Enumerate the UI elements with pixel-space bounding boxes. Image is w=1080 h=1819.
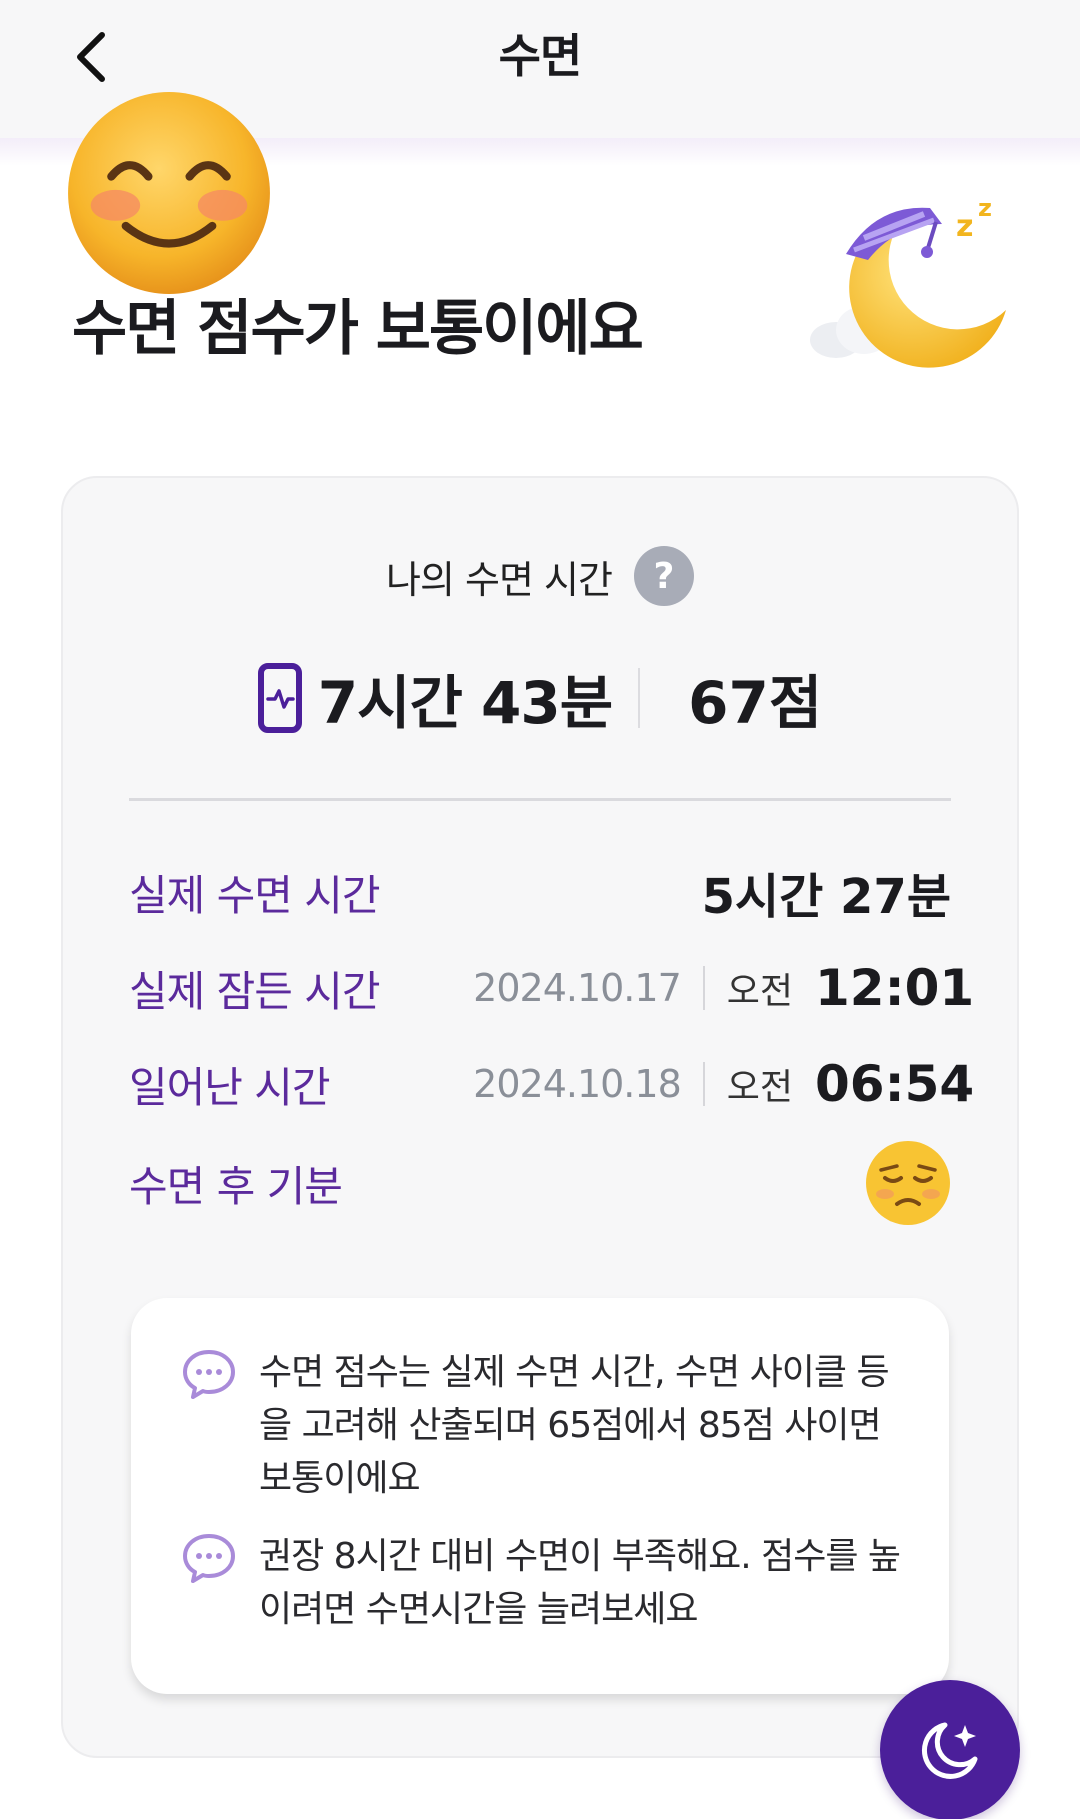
page-title: 수면 (498, 29, 583, 83)
row-separator (702, 966, 705, 1010)
sleeping-moon-icon: z z (810, 194, 1006, 368)
svg-text:z: z (956, 209, 973, 244)
mood-label: 수면 후 기분 (129, 1161, 343, 1211)
summary-divider (638, 668, 641, 728)
woke-up-label: 일어난 시간 (129, 1062, 331, 1112)
sleep-time-title-row: 나의 수면 시간 ? (63, 546, 1017, 606)
card-divider (129, 798, 951, 801)
mood-row: 수면 후 기분 (129, 1138, 951, 1228)
row-separator (702, 1062, 705, 1106)
question-icon[interactable]: ? (633, 546, 694, 606)
sleep-score: 67점 (688, 669, 823, 737)
sleep-time-title: 나의 수면 시간 (386, 557, 613, 602)
actual-sleep-label: 실제 수면 시간 (129, 870, 381, 920)
fell-asleep-time: 12:01 (815, 959, 975, 1017)
chat-bubble-icon (183, 1350, 235, 1399)
fell-asleep-ampm: 오전 (726, 971, 793, 1012)
fell-asleep-label: 실제 잠든 시간 (129, 966, 381, 1016)
actual-sleep-row: 실제 수면 시간 5시간 27분 (129, 860, 951, 925)
tired-face-icon[interactable] (865, 1140, 951, 1226)
actual-sleep-value: 5시간 27분 (701, 869, 951, 925)
woke-up-row: 일어난 시간 2024.10.18 오전 06:54 (129, 1052, 975, 1116)
moon-sparkle-icon (922, 1722, 978, 1779)
sleep-score-headline: 수면 점수가 보통이에요 (72, 294, 644, 364)
sleep-mode-fab[interactable] (880, 1680, 1020, 1819)
woke-up-time: 06:54 (815, 1055, 975, 1113)
woke-up-ampm: 오전 (726, 1067, 793, 1108)
phone-pulse-icon (257, 663, 302, 733)
sleep-page: 수면 님 수면 점수가 보통이에요 (0, 0, 1080, 1819)
total-sleep-duration: 7시간 43분 (317, 669, 613, 737)
woke-up-date: 2024.10.18 (473, 1062, 682, 1106)
fell-asleep-date: 2024.10.17 (473, 966, 682, 1010)
tip-item: 수면 점수는 실제 수면 시간, 수면 사이클 등을 고려해 산출되며 65점에… (181, 1346, 909, 1505)
chat-bubble-icon (183, 1534, 235, 1583)
tip-sleep-shortage: 권장 8시간 대비 수면이 부족해요. 점수를 높이려면 수면시간을 늘려보세요 (259, 1536, 901, 1630)
sleep-summary-row: 7시간 43분 67점 (63, 658, 1017, 738)
sleep-tips-box: 수면 점수는 실제 수면 시간, 수면 사이클 등을 고려해 산출되며 65점에… (131, 1298, 949, 1694)
sleep-summary-card: 나의 수면 시간 ? 7시간 43분 67점 실제 수면 시간 5시간 27분 … (61, 476, 1019, 1758)
svg-text:z: z (978, 194, 992, 222)
fell-asleep-row: 실제 잠든 시간 2024.10.17 오전 12:01 (129, 956, 975, 1020)
tip-score-range: 수면 점수는 실제 수면 시간, 수면 사이클 등을 고려해 산출되며 65점에… (259, 1352, 890, 1499)
tip-item: 권장 8시간 대비 수면이 부족해요. 점수를 높이려면 수면시간을 늘려보세요 (181, 1530, 909, 1636)
smiling-face-sticker-icon (68, 92, 270, 294)
